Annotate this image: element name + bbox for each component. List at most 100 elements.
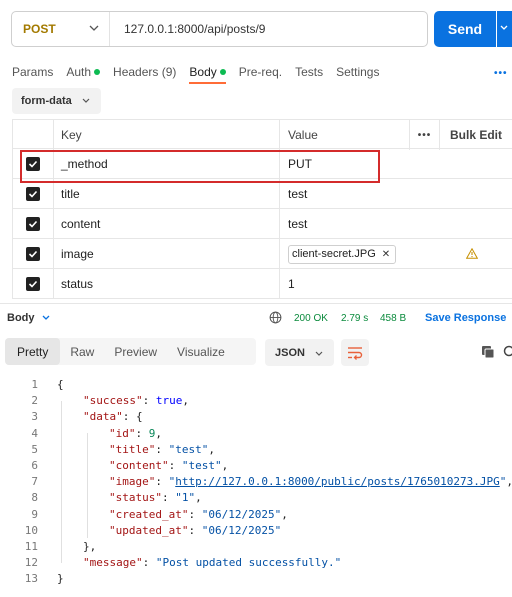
bulk-edit-button[interactable]: Bulk Edit bbox=[439, 120, 512, 150]
row-key[interactable]: content bbox=[61, 209, 279, 239]
tab-pretty[interactable]: Pretty bbox=[5, 338, 61, 365]
response-size[interactable]: 458 B bbox=[380, 313, 406, 324]
code-token: : { bbox=[122, 410, 143, 424]
chevron-down-icon bbox=[82, 98, 90, 103]
response-bar: Body 200 OK 2.79 s 458 B Save Response bbox=[0, 303, 512, 329]
response-view-tabs: Pretty Raw Preview Visualize bbox=[5, 338, 256, 365]
code-token: , bbox=[182, 394, 189, 408]
line-number: 5 bbox=[31, 442, 38, 456]
tab-auth[interactable]: Auth bbox=[66, 65, 101, 79]
code-token: "updated_at" bbox=[109, 523, 189, 537]
tab-params[interactable]: Params bbox=[12, 65, 53, 79]
code-line: 12 "message": "Post updated successfully.… bbox=[0, 555, 512, 571]
row-key[interactable]: status bbox=[61, 269, 279, 299]
code-text: "image": "http://127.0.0.1:8000/public/p… bbox=[109, 474, 512, 490]
globe-icon[interactable] bbox=[269, 311, 282, 324]
code-token: , bbox=[155, 426, 162, 440]
request-url-bar: POST 127.0.0.1:8000/api/posts/9 bbox=[11, 11, 428, 47]
status-code[interactable]: 200 OK bbox=[294, 313, 328, 324]
row-value[interactable]: test bbox=[279, 209, 409, 239]
body-type-label: form-data bbox=[21, 95, 72, 107]
code-token: "06/12/2025" bbox=[201, 507, 282, 521]
code-text: "status": "1", bbox=[109, 490, 202, 506]
check-icon bbox=[28, 220, 38, 228]
row-checkbox[interactable] bbox=[26, 277, 40, 291]
line-number: 10 bbox=[24, 523, 38, 537]
code-token: : bbox=[142, 394, 156, 408]
code-token: "06/12/2025" bbox=[201, 523, 282, 537]
code-token: , bbox=[195, 491, 202, 505]
check-icon bbox=[28, 280, 38, 288]
code-token: "test" bbox=[168, 442, 209, 456]
row-key[interactable]: image bbox=[61, 239, 279, 269]
save-response-button[interactable]: Save Response bbox=[425, 312, 506, 324]
row-key[interactable]: title bbox=[61, 179, 279, 209]
table-header: Key Value ••• Bulk Edit bbox=[12, 119, 512, 150]
row-value[interactable]: 1 bbox=[279, 269, 409, 299]
form-data-table: Key Value ••• Bulk Edit _method PUT title t… bbox=[12, 119, 512, 299]
line-number: 7 bbox=[31, 475, 38, 489]
code-line: 9 "created_at": "06/12/2025", bbox=[0, 507, 512, 523]
tab-pre-req[interactable]: Pre-req. bbox=[239, 65, 282, 79]
format-select[interactable]: JSON bbox=[265, 339, 334, 366]
check-icon bbox=[28, 190, 38, 198]
send-button[interactable]: Send bbox=[434, 11, 496, 47]
code-token: : bbox=[155, 442, 169, 456]
line-number: 11 bbox=[24, 539, 38, 553]
line-number: 12 bbox=[24, 556, 38, 570]
column-options-icon[interactable]: ••• bbox=[409, 120, 439, 150]
close-icon[interactable]: ✕ bbox=[382, 249, 390, 260]
code-text: } bbox=[57, 571, 64, 587]
row-checkbox[interactable] bbox=[26, 247, 40, 261]
tab-headers-9[interactable]: Headers (9) bbox=[113, 65, 176, 79]
highlight-box bbox=[20, 150, 380, 183]
response-code-view[interactable]: 1{2 "success": true, 3 "data": {4 "id": 9, 5 "… bbox=[0, 377, 512, 587]
url-link[interactable]: http://127.0.0.1:8000/public/posts/17650… bbox=[175, 475, 500, 488]
code-token: , bbox=[208, 442, 215, 456]
code-token: , bbox=[281, 507, 288, 521]
tab-body[interactable]: Body bbox=[189, 65, 227, 84]
tab-tests[interactable]: Tests bbox=[295, 65, 323, 79]
response-body-label: Body bbox=[7, 312, 35, 324]
response-body-select[interactable]: Body bbox=[7, 312, 51, 324]
tab-preview[interactable]: Preview bbox=[104, 338, 167, 365]
warning-icon[interactable] bbox=[466, 248, 478, 259]
chevron-down-icon bbox=[89, 25, 99, 31]
code-text: "success": true, bbox=[83, 393, 189, 409]
code-token: : bbox=[188, 507, 202, 521]
code-text: }, bbox=[83, 539, 96, 555]
tab-raw[interactable]: Raw bbox=[60, 338, 104, 365]
row-checkbox[interactable] bbox=[26, 187, 40, 201]
code-token: { bbox=[57, 378, 64, 391]
table-row: title test bbox=[12, 179, 512, 209]
more-options-icon[interactable]: ••• bbox=[494, 68, 508, 79]
tab-visualize[interactable]: Visualize bbox=[167, 338, 235, 365]
code-text: "message": "Post updated successfully." bbox=[83, 555, 341, 571]
copy-icon[interactable] bbox=[481, 345, 495, 359]
search-icon[interactable] bbox=[502, 345, 512, 359]
chevron-down-icon bbox=[315, 351, 323, 356]
row-value[interactable]: test bbox=[279, 179, 409, 209]
code-token: "1" bbox=[175, 491, 196, 505]
body-type-select[interactable]: form-data bbox=[12, 88, 101, 114]
code-text: "created_at": "06/12/2025", bbox=[109, 507, 288, 523]
wrap-lines-button[interactable] bbox=[341, 339, 369, 366]
tab-settings[interactable]: Settings bbox=[336, 65, 379, 79]
method-select[interactable]: POST bbox=[12, 12, 110, 46]
row-checkbox[interactable] bbox=[26, 217, 40, 231]
code-token: "test" bbox=[181, 458, 222, 472]
code-line: 4 "id": 9, bbox=[0, 426, 512, 442]
code-token: "message" bbox=[83, 556, 143, 570]
file-name: client-secret.JPG bbox=[292, 248, 376, 260]
chevron-down-icon bbox=[42, 315, 49, 320]
code-text: { bbox=[57, 377, 64, 393]
url-input[interactable]: 127.0.0.1:8000/api/posts/9 bbox=[110, 22, 265, 36]
code-token: : bbox=[161, 491, 176, 505]
file-chip[interactable]: client-secret.JPG ✕ bbox=[288, 244, 397, 264]
table-row: content test bbox=[12, 209, 512, 239]
line-number: 4 bbox=[31, 426, 38, 440]
code-line: 7 "image": "http://127.0.0.1:8000/public/… bbox=[0, 474, 512, 490]
send-options-button[interactable] bbox=[497, 11, 512, 47]
response-time[interactable]: 2.79 s bbox=[341, 313, 368, 324]
code-token: "Post updated successfully." bbox=[155, 556, 342, 570]
